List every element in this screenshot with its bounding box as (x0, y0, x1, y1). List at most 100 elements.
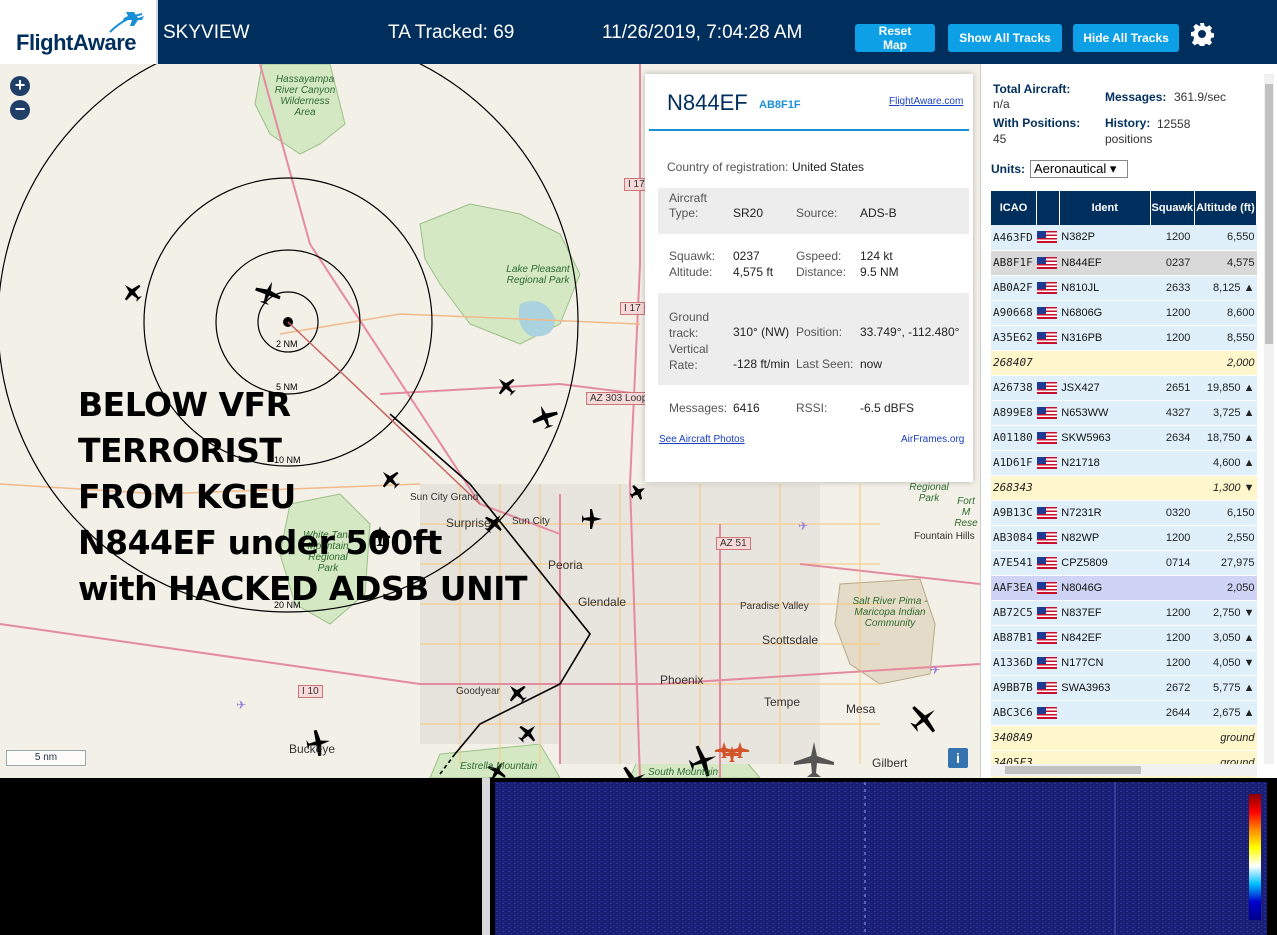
icao-cell: AB72C5 (991, 600, 1037, 626)
table-row[interactable]: AB3084 N82WP 1200 2,550 (991, 525, 1257, 551)
waterfall-spectrum (495, 782, 1267, 935)
table-row[interactable]: A7E541 CPZ5809 0714 27,975 (991, 550, 1257, 576)
icao-cell: A26738 (991, 375, 1037, 401)
units-select[interactable]: Aeronautical ▾ (1030, 160, 1128, 178)
altitude-cell: 2,000 (1194, 350, 1257, 376)
table-row[interactable]: AB87B1 N842EF 1200 3,050 ▲ (991, 625, 1257, 651)
messages-rate-value: 361.9/sec (1174, 90, 1227, 104)
zoom-out-button[interactable]: − (10, 100, 30, 120)
table-row[interactable]: ABC3C6 2644 2,675 ▲ (991, 700, 1257, 726)
flag-cell (1036, 225, 1060, 251)
table-row[interactable]: AB0A2F N810JL 2633 8,125 ▲ (991, 275, 1257, 301)
flag-cell (1036, 400, 1060, 426)
table-row[interactable]: AB72C5 N837EF 1200 2,750 ▼ (991, 600, 1257, 626)
us-flag-icon (1036, 556, 1057, 569)
place-label: Peoria (548, 558, 583, 572)
table-row[interactable]: 268343 1,300 ▼ (991, 475, 1257, 501)
table-row[interactable]: A899E8 N653WW 4327 3,725 ▲ (991, 400, 1257, 426)
ident-cell (1059, 725, 1151, 751)
us-flag-icon (1036, 306, 1057, 319)
place-label: Mesa (846, 702, 876, 716)
table-row[interactable]: AB8F1F N844EF 0237 4,575 (991, 250, 1257, 276)
table-horizontal-scrollbar[interactable] (991, 764, 1257, 776)
col-icao[interactable]: ICAO (991, 191, 1038, 225)
source-value: ADS-B (860, 206, 897, 220)
source-label: Source: (796, 206, 838, 220)
icao-cell: A899E8 (991, 400, 1037, 426)
table-row[interactable]: A9B13C N7231R 0320 6,150 (991, 500, 1257, 526)
table-row[interactable]: 3408A9 ground (991, 725, 1257, 751)
ident-cell (1059, 475, 1151, 501)
position-value: 33.749°, -112.480° (860, 325, 960, 339)
us-flag-icon (1036, 381, 1057, 394)
scrollbar-thumb[interactable] (1265, 84, 1273, 344)
info-button[interactable]: i (948, 748, 968, 768)
us-flag-icon (1036, 581, 1057, 594)
table-row[interactable]: AAF3EA N8046G 2,050 (991, 575, 1257, 601)
us-flag-icon (1036, 531, 1057, 544)
show-all-tracks-button[interactable]: Show All Tracks (948, 24, 1062, 52)
altitude-cell: 18,750 ▲ (1194, 425, 1257, 451)
rssi-label: RSSI: (796, 401, 828, 415)
icao-cell: 3408A9 (991, 725, 1037, 751)
col-squawk[interactable]: Squawk (1150, 191, 1195, 225)
icao-cell: AB87B1 (991, 625, 1037, 651)
table-row[interactable]: A463FD N382P 1200 6,550 (991, 225, 1257, 251)
aircraft-table: ICAO Ident Squawk Altitude (ft) A463FD N3… (991, 191, 1258, 778)
table-row[interactable]: A35E62 N316PB 1200 8,550 (991, 325, 1257, 351)
altitude-value: 4,575 ft (733, 265, 774, 279)
flightaware-link[interactable]: FlightAware.com (889, 96, 963, 107)
us-flag-icon (1036, 431, 1057, 444)
flag-cell (1036, 575, 1060, 601)
col-altitude[interactable]: Altitude (ft) (1194, 191, 1258, 225)
table-row[interactable]: A1336D N177CN 1200 4,050 ▼ (991, 650, 1257, 676)
reset-map-button[interactable]: Reset Map (855, 24, 935, 52)
rssi-value: -6.5 dBFS (860, 401, 915, 415)
squawk-cell: 1200 (1150, 525, 1195, 551)
squawk-cell: 2644 (1150, 700, 1195, 726)
flag-cell (1036, 625, 1060, 651)
col-flag[interactable] (1036, 191, 1060, 225)
annotation-line: BELOW VFR (78, 385, 291, 424)
panel-divider[interactable] (482, 778, 490, 935)
table-row[interactable]: A9BB7B SWA3963 2672 5,775 ▲ (991, 675, 1257, 701)
hide-all-tracks-button[interactable]: Hide All Tracks (1073, 24, 1179, 52)
flightaware-logo[interactable]: FlightAware (0, 0, 158, 64)
table-row[interactable]: A26738 JSX427 2651 19,850 ▲ (991, 375, 1257, 401)
col-ident[interactable]: Ident (1059, 191, 1151, 225)
table-row[interactable]: A01180 SKW5963 2634 18,750 ▲ (991, 425, 1257, 451)
altitude-cell: 8,600 (1194, 300, 1257, 326)
road-shield: I 17 (620, 302, 645, 315)
us-flag-icon (1036, 706, 1057, 719)
table-row[interactable]: 268407 2,000 (991, 350, 1257, 376)
sidebar-vertical-scrollbar[interactable] (1264, 74, 1274, 764)
scrollbar-thumb[interactable] (1005, 766, 1141, 774)
place-label: Buckeye (289, 742, 336, 756)
squawk-cell (1150, 725, 1195, 751)
icao-cell: A01180 (991, 425, 1037, 451)
aircraft-photos-link[interactable]: See Aircraft Photos (659, 434, 745, 445)
gear-icon[interactable] (1190, 22, 1214, 46)
country-value: United States (792, 160, 865, 174)
last-seen-label: Last Seen: (796, 357, 854, 371)
us-flag-icon (1036, 456, 1057, 469)
flag-cell (1036, 250, 1060, 276)
flag-cell (1036, 325, 1060, 351)
table-row[interactable]: A90668 N6806G 1200 8,600 (991, 300, 1257, 326)
flag-cell (1036, 375, 1060, 401)
table-row[interactable]: A1D61F N21718 4,600 ▲ (991, 450, 1257, 476)
squawk-cell: 1200 (1150, 300, 1195, 326)
with-positions-label: With Positions: (993, 116, 1081, 130)
ident-cell: JSX427 (1059, 375, 1151, 401)
distance-label: Distance: (796, 265, 847, 279)
park-label: Lake Pleasant Regional Park (506, 264, 570, 286)
squawk-cell: 1200 (1150, 650, 1195, 676)
sidebar-panel: Total Aircraft: n/a Messages: 361.9/sec … (980, 64, 1277, 778)
gspeed-value: 124 kt (860, 249, 893, 263)
airframes-link[interactable]: AirFrames.org (901, 434, 964, 445)
flag-cell (1036, 550, 1060, 576)
history-value: 12558 positions (1105, 117, 1191, 146)
popup-icao: AB8F1F (759, 99, 801, 111)
zoom-in-button[interactable]: + (10, 76, 30, 96)
icao-cell: A7E541 (991, 550, 1037, 576)
